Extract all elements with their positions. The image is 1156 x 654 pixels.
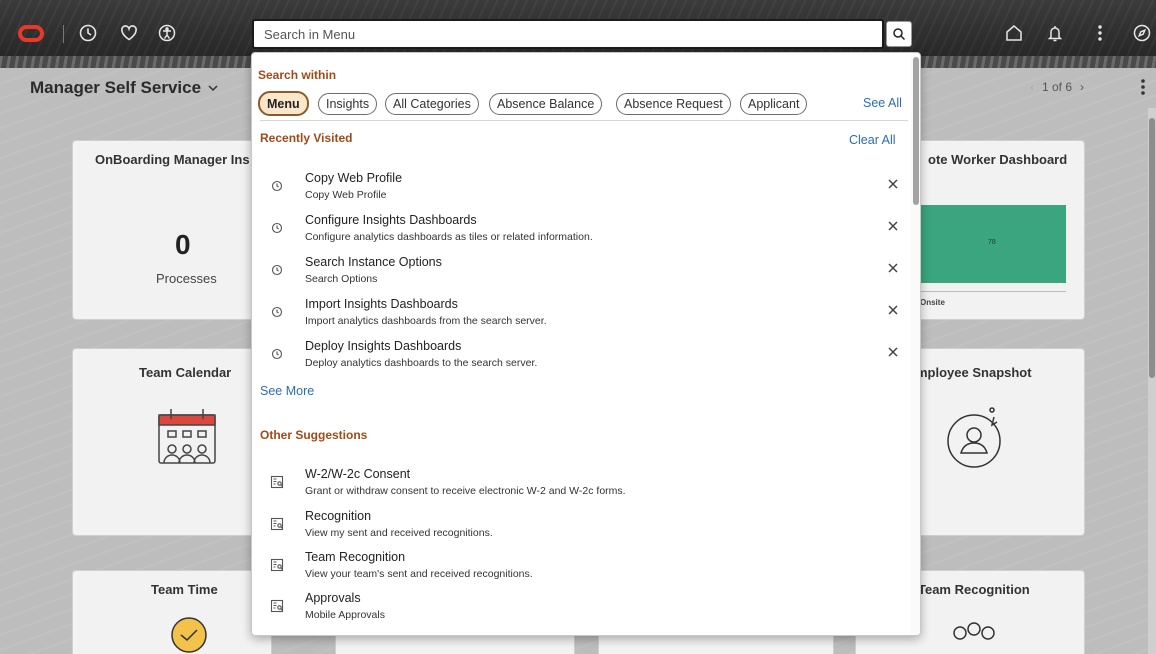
previous-page-icon[interactable]: ‹	[1030, 80, 1034, 94]
oracle-logo[interactable]	[18, 25, 44, 42]
item-description: Grant or withdraw consent to receive ele…	[305, 485, 626, 497]
recent-clock-icon	[271, 306, 283, 318]
chip-all-categories[interactable]: All Categories	[385, 93, 479, 115]
onsite-bar-value: 78	[988, 239, 996, 246]
recent-clock-icon	[271, 264, 283, 276]
header-banner	[0, 0, 1156, 68]
search-button[interactable]	[886, 21, 912, 47]
chart-axis	[918, 291, 1066, 292]
item-description: Import analytics dashboards from the sea…	[305, 315, 547, 327]
item-description: Copy Web Profile	[305, 189, 387, 201]
tile-title: mployee Snapshot	[916, 365, 1032, 380]
other-suggestions-heading: Other Suggestions	[260, 428, 368, 442]
team-calendar-icon	[158, 409, 216, 464]
home-icon[interactable]	[1003, 22, 1025, 44]
suggestion-item[interactable]: Recognition View my sent and received re…	[252, 509, 912, 549]
favorites-icon[interactable]	[118, 22, 140, 44]
item-description: Search Options	[305, 273, 378, 285]
page-indicator: 1 of 6	[1042, 80, 1073, 94]
navigator-icon[interactable]	[1131, 22, 1153, 44]
accessibility-icon[interactable]	[156, 22, 178, 44]
remove-icon[interactable]	[886, 219, 900, 233]
page-title: Manager Self Service	[30, 78, 202, 97]
search-icon	[893, 28, 906, 41]
chip-absence-balance[interactable]: Absence Balance	[489, 93, 603, 115]
tile-onboarding-manager[interactable]: OnBoarding Manager Ins 0 Processes	[72, 140, 272, 320]
menu-component-icon	[270, 475, 284, 489]
recent-item[interactable]: Search Instance Options Search Options	[252, 255, 912, 295]
onsite-bar-label: Onsite	[920, 298, 945, 307]
chevron-down-icon	[208, 85, 218, 92]
section-divider	[260, 120, 908, 121]
homepage-pager: ‹ 1 of 6 ›	[1030, 80, 1084, 94]
recently-visited-heading: Recently Visited	[260, 131, 353, 145]
tile-count: 0	[175, 229, 191, 260]
item-title: Search Instance Options	[305, 255, 442, 269]
see-all-link[interactable]: See All	[863, 96, 902, 110]
tile-team-time[interactable]: Team Time	[72, 570, 272, 654]
menu-search-input[interactable]	[254, 21, 882, 47]
recent-clock-icon	[271, 222, 283, 234]
search-within-heading: Search within	[258, 68, 337, 82]
recent-clock-icon	[271, 348, 283, 360]
menu-search-field[interactable]	[252, 19, 884, 49]
search-suggestions-dropdown: Search within Menu Insights All Categori…	[251, 52, 921, 636]
chip-absence-request[interactable]: Absence Request	[616, 93, 731, 115]
recent-item[interactable]: Import Insights Dashboards Import analyt…	[252, 297, 912, 337]
tile-title: ote Worker Dashboard	[928, 152, 1068, 167]
suggestion-item[interactable]: Approvals Mobile Approvals	[252, 591, 912, 631]
tile-title: OnBoarding Manager Ins	[95, 152, 250, 167]
header-divider	[63, 25, 64, 43]
notifications-icon[interactable]	[1044, 22, 1066, 44]
recent-item[interactable]: Copy Web Profile Copy Web Profile	[252, 171, 912, 211]
clear-all-link[interactable]: Clear All	[849, 133, 896, 147]
recent-item[interactable]: Configure Insights Dashboards Configure …	[252, 213, 912, 253]
homepage-selector[interactable]: Manager Self Service	[30, 78, 219, 98]
tile-count-label: Processes	[156, 271, 217, 286]
suggestion-item[interactable]: W-2/W-2c Consent Grant or withdraw conse…	[252, 467, 912, 507]
item-description: Configure analytics dashboards as tiles …	[305, 231, 593, 243]
recent-places-icon[interactable]	[77, 22, 99, 44]
item-description: Mobile Approvals	[305, 609, 385, 621]
tile-title: Team Recognition	[918, 582, 1030, 597]
recent-item[interactable]: Deploy Insights Dashboards Deploy analyt…	[252, 339, 912, 379]
item-title: Team Recognition	[305, 550, 406, 564]
page-scrollbar-thumb[interactable]	[1149, 118, 1155, 378]
see-more-link[interactable]: See More	[260, 384, 314, 398]
remove-icon[interactable]	[886, 261, 900, 275]
item-title: Copy Web Profile	[305, 171, 403, 185]
item-title: Recognition	[305, 509, 372, 523]
more-options-icon[interactable]	[1136, 76, 1150, 98]
remove-icon[interactable]	[886, 345, 900, 359]
item-title: Configure Insights Dashboards	[305, 213, 477, 227]
onsite-bar: 78	[918, 205, 1066, 283]
item-description: Deploy analytics dashboards to the searc…	[305, 357, 538, 369]
menu-component-icon	[270, 517, 284, 531]
actions-menu-icon[interactable]	[1089, 22, 1111, 44]
dropdown-scrollbar-thumb[interactable]	[913, 57, 919, 205]
item-title: Deploy Insights Dashboards	[305, 339, 462, 353]
recent-clock-icon	[271, 180, 283, 192]
chip-menu[interactable]: Menu	[258, 91, 309, 116]
suggestion-item[interactable]: Team Recognition View your team's sent a…	[252, 550, 912, 590]
item-description: View my sent and received recognitions.	[305, 527, 493, 539]
team-recognition-icon	[953, 622, 995, 640]
employee-snapshot-icon	[947, 407, 1001, 468]
tile-title: Team Calendar	[139, 365, 232, 380]
item-description: View your team's sent and received recog…	[305, 568, 533, 580]
next-page-icon[interactable]: ›	[1080, 80, 1084, 94]
item-title: W-2/W-2c Consent	[305, 467, 411, 481]
clock-icon	[171, 617, 207, 653]
item-title: Approvals	[305, 591, 361, 605]
menu-component-icon	[270, 558, 284, 572]
item-title: Import Insights Dashboards	[305, 297, 458, 311]
chip-insights[interactable]: Insights	[318, 93, 378, 115]
chip-applicant[interactable]: Applicant	[740, 93, 808, 115]
remove-icon[interactable]	[886, 303, 900, 317]
menu-component-icon	[270, 599, 284, 613]
tile-title: Team Time	[151, 582, 218, 597]
remove-icon[interactable]	[886, 177, 900, 191]
tile-team-calendar[interactable]: Team Calendar	[72, 348, 272, 536]
